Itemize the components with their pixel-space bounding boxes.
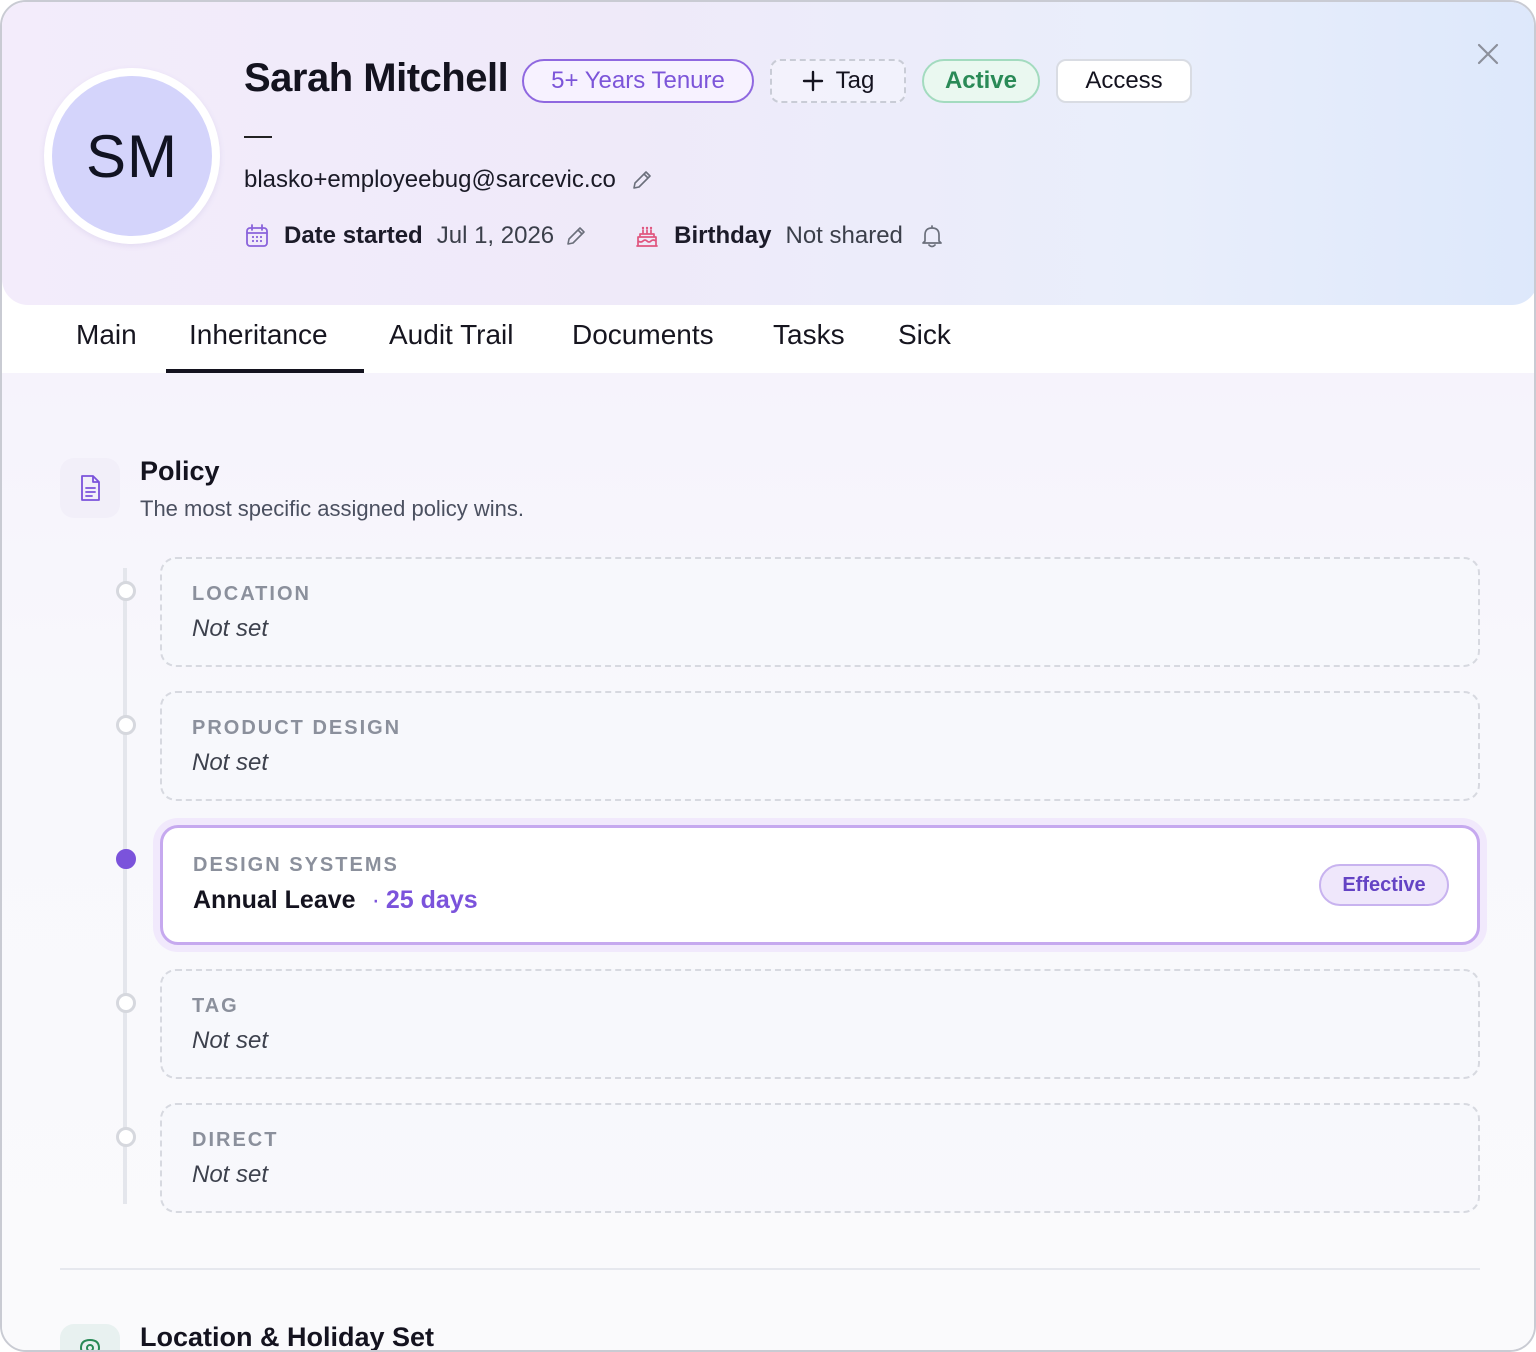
- policy-days: 25 days: [385, 886, 478, 914]
- level-label: DESIGN SYSTEMS: [193, 854, 399, 876]
- policy-level-product-design: PRODUCT DESIGN Not set: [160, 691, 1480, 801]
- level-label: DIRECT: [192, 1129, 279, 1151]
- tab-documents[interactable]: Documents: [572, 319, 714, 351]
- avatar: SM: [44, 68, 220, 244]
- level-label: PRODUCT DESIGN: [192, 717, 402, 739]
- location-section-title: Location & Holiday Set: [140, 1322, 435, 1352]
- date-started-value: Jul 1, 2026: [436, 222, 555, 249]
- document-icon: [81, 475, 100, 501]
- level-label: LOCATION: [192, 583, 311, 605]
- add-tag-label: Tag: [835, 67, 875, 94]
- status-badge[interactable]: Active: [922, 59, 1040, 103]
- close-icon: [1477, 43, 1499, 65]
- location-section-icon: [60, 1324, 120, 1350]
- policy-level-location: LOCATION Not set: [160, 557, 1480, 667]
- calendar-icon: [246, 224, 268, 247]
- pencil-icon[interactable]: [564, 224, 588, 248]
- profile-header: SM Sarah Mitchell 5+ Years Tenure Tag Ac…: [2, 2, 1534, 305]
- meta-row: Date started Jul 1, 2026 Birthday Not sh…: [244, 222, 945, 250]
- level-value: Not set: [192, 749, 269, 776]
- tenure-badge: 5+ Years Tenure: [522, 59, 754, 103]
- employee-profile-modal: SM Sarah Mitchell 5+ Years Tenure Tag Ac…: [0, 0, 1536, 1352]
- birthday-label: Birthday: [674, 222, 772, 249]
- employee-name: Sarah Mitchell: [244, 56, 509, 100]
- level-label: TAG: [192, 995, 239, 1017]
- tab-sick[interactable]: Sick: [898, 319, 951, 351]
- policy-section-subtitle: The most specific assigned policy wins.: [140, 496, 524, 521]
- timeline-node-active: [116, 849, 136, 869]
- timeline-node: [116, 1127, 136, 1147]
- avatar-initials: SM: [52, 76, 212, 236]
- policy-level-design-systems: DESIGN SYSTEMS Annual Leave · 25 days Ef…: [160, 825, 1480, 945]
- pencil-icon[interactable]: [630, 168, 654, 192]
- plus-icon: [802, 70, 823, 92]
- access-button[interactable]: Access: [1056, 59, 1192, 103]
- tab-inheritance[interactable]: Inheritance: [189, 319, 328, 351]
- effective-badge: Effective: [1319, 864, 1449, 906]
- policy-level-tag: TAG Not set: [160, 969, 1480, 1079]
- date-started-label: Date started: [284, 222, 423, 249]
- timeline-line: [123, 568, 127, 1204]
- policy-section-icon: [60, 458, 120, 518]
- tab-main[interactable]: Main: [76, 319, 137, 351]
- job-title-placeholder: [244, 136, 272, 138]
- policy-name: Annual Leave: [193, 886, 356, 914]
- policy-section-title: Policy: [140, 456, 220, 486]
- timeline-node: [116, 715, 136, 735]
- level-value: Not set: [192, 1027, 269, 1054]
- section-divider: [60, 1268, 1480, 1270]
- policy-separator: ·: [371, 886, 380, 914]
- tab-audit-trail[interactable]: Audit Trail: [389, 319, 514, 351]
- level-value: Not set: [192, 615, 269, 642]
- level-value: Not set: [192, 1161, 269, 1188]
- timeline-node: [116, 993, 136, 1013]
- tab-tasks[interactable]: Tasks: [773, 319, 845, 351]
- effective-policy: Annual Leave · 25 days: [193, 886, 478, 915]
- policy-level-direct: DIRECT Not set: [160, 1103, 1480, 1213]
- close-button[interactable]: [1472, 38, 1504, 70]
- location-pin-icon: [79, 1338, 101, 1350]
- add-tag-button[interactable]: Tag: [770, 59, 906, 103]
- tab-bar: Main Inheritance Audit Trail Documents T…: [2, 305, 1534, 373]
- timeline-node: [116, 581, 136, 601]
- cake-icon: [636, 226, 658, 247]
- employee-email: blasko+employeebug@sarcevic.co: [244, 166, 616, 193]
- email-row: blasko+employeebug@sarcevic.co: [244, 166, 654, 194]
- birthday-value: Not shared: [785, 222, 903, 249]
- bell-icon[interactable]: [919, 223, 945, 249]
